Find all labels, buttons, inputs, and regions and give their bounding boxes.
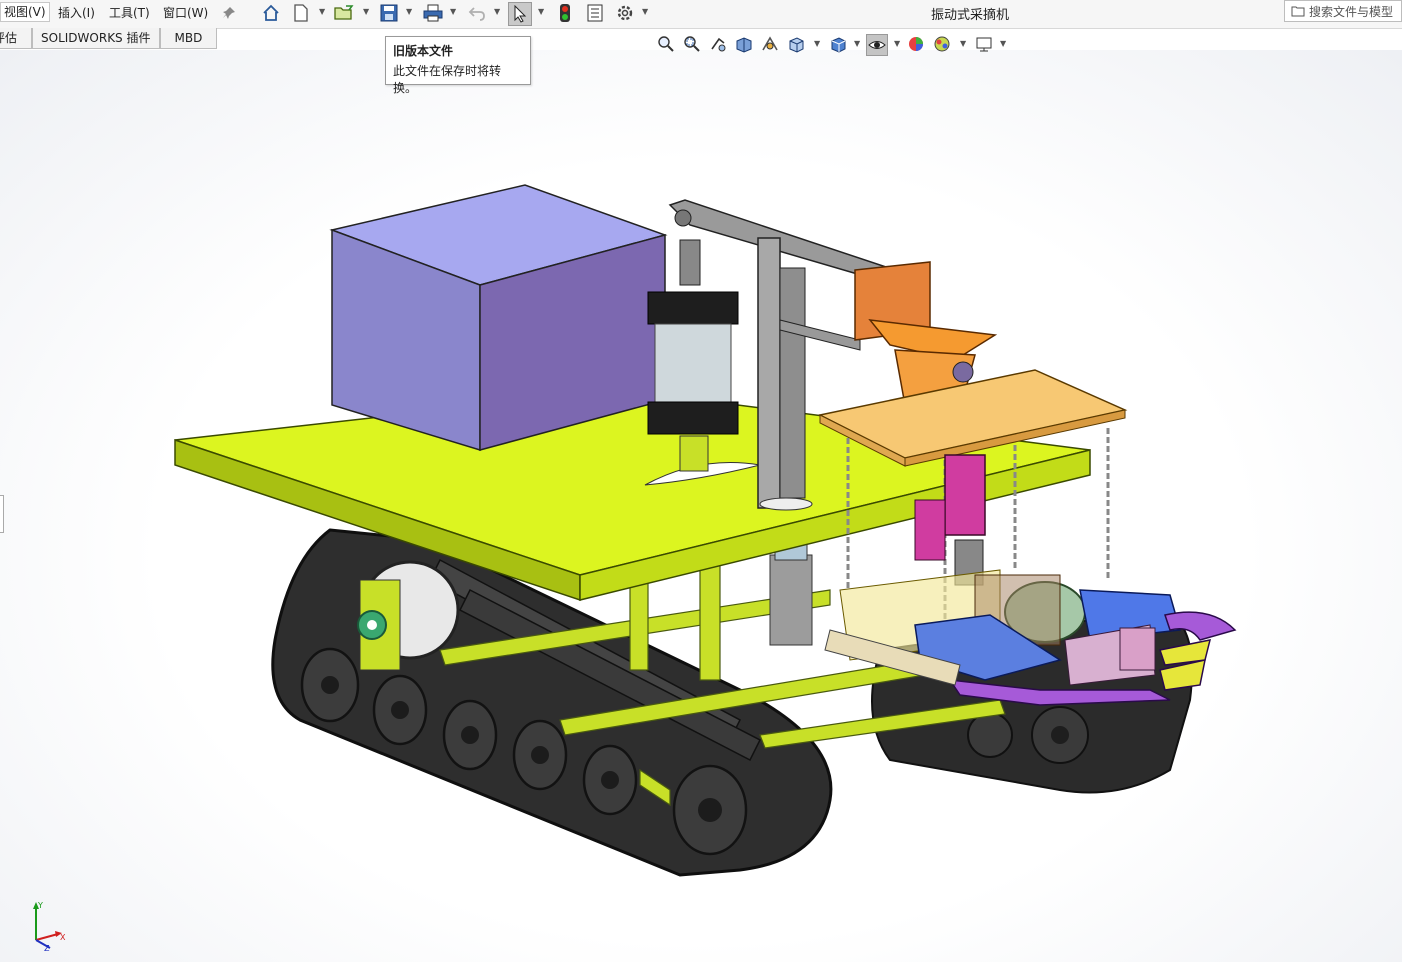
apply-scene-chevron-icon[interactable]: ▼ (960, 39, 966, 48)
command-manager-tabs: 评估 SOLIDWORKS 插件 MBD (0, 28, 218, 49)
apply-scene-icon[interactable] (932, 34, 952, 54)
edit-appearance-icon[interactable] (906, 34, 926, 54)
new-dropdown-chevron-icon[interactable]: ▼ (319, 7, 325, 16)
undo-icon[interactable] (466, 2, 488, 24)
collapse-panel-handle[interactable] (0, 495, 4, 533)
zoom-to-fit-icon[interactable] (656, 34, 676, 54)
select-dropdown-chevron-icon[interactable]: ▼ (538, 7, 544, 16)
control-box (329, 184, 668, 452)
options-gear-icon[interactable] (614, 2, 636, 24)
tooltip-title: 旧版本文件 (393, 44, 454, 58)
menu-bar: 视图(V) 插入(I) 工具(T) 窗口(W) ▼ ▼ ▼ ▼ ▼ ▼ ▼ 振动… (0, 0, 1402, 29)
display-style-chevron-icon[interactable]: ▼ (854, 39, 860, 48)
home-icon[interactable] (260, 2, 282, 24)
triad-x-label: X (60, 933, 66, 942)
file-properties-icon[interactable] (584, 2, 606, 24)
coordinate-triad: Y X Z (33, 901, 66, 952)
menu-window[interactable]: 窗口(W) (163, 4, 208, 22)
undo-dropdown-chevron-icon[interactable]: ▼ (494, 7, 500, 16)
hide-show-chevron-icon[interactable]: ▼ (894, 39, 900, 48)
hide-show-items-icon[interactable] (866, 34, 888, 56)
search-placeholder: 搜索文件与模型 (1309, 4, 1394, 19)
select-arrow-icon[interactable] (508, 2, 532, 26)
dynamic-annotation-icon[interactable] (760, 34, 780, 54)
tab-evaluate[interactable]: 评估 (0, 28, 33, 49)
print-dropdown-chevron-icon[interactable]: ▼ (450, 7, 456, 16)
search-box[interactable]: 搜索文件与模型 (1284, 0, 1402, 22)
menu-insert[interactable]: 插入(I) (58, 4, 95, 22)
menu-tools[interactable]: 工具(T) (109, 4, 150, 22)
pin-icon[interactable] (218, 2, 240, 24)
document-title: 振动式采摘机 (930, 8, 1009, 23)
view-settings-chevron-icon[interactable]: ▼ (1000, 39, 1006, 48)
view-settings-icon[interactable] (974, 34, 994, 54)
open-dropdown-chevron-icon[interactable]: ▼ (363, 7, 369, 16)
tooltip-body: 此文件在保存时将转换。 (393, 64, 502, 95)
new-document-icon[interactable] (290, 2, 312, 24)
save-icon[interactable] (378, 2, 400, 24)
tab-solidworks-addins[interactable]: SOLIDWORKS 插件 (32, 28, 160, 49)
previous-view-icon[interactable] (708, 34, 728, 54)
triad-z-label: Z (44, 944, 50, 952)
legacy-file-tooltip: 旧版本文件 此文件在保存时将转换。 (385, 36, 531, 95)
zoom-to-area-icon[interactable] (682, 34, 702, 54)
save-dropdown-chevron-icon[interactable]: ▼ (406, 7, 412, 16)
print-icon[interactable] (422, 2, 444, 24)
motor-assembly (769, 539, 813, 646)
view-orientation-chevron-icon[interactable]: ▼ (814, 39, 820, 48)
options-dropdown-chevron-icon[interactable]: ▼ (642, 7, 648, 16)
tab-mbd[interactable]: MBD (159, 28, 218, 49)
display-style-icon[interactable] (828, 34, 848, 54)
menu-view[interactable]: 视图(V) (0, 2, 50, 22)
rebuild-traffic-light-icon[interactable] (554, 2, 576, 24)
triad-y-label: Y (37, 901, 43, 910)
vibration-harvester-model[interactable] (0, 50, 1402, 962)
folder-search-icon (1291, 6, 1305, 17)
open-folder-icon[interactable] (333, 2, 355, 24)
section-view-icon[interactable] (734, 34, 754, 54)
graphics-viewport[interactable]: Y X Z (0, 50, 1402, 962)
view-orientation-icon[interactable] (786, 34, 806, 54)
